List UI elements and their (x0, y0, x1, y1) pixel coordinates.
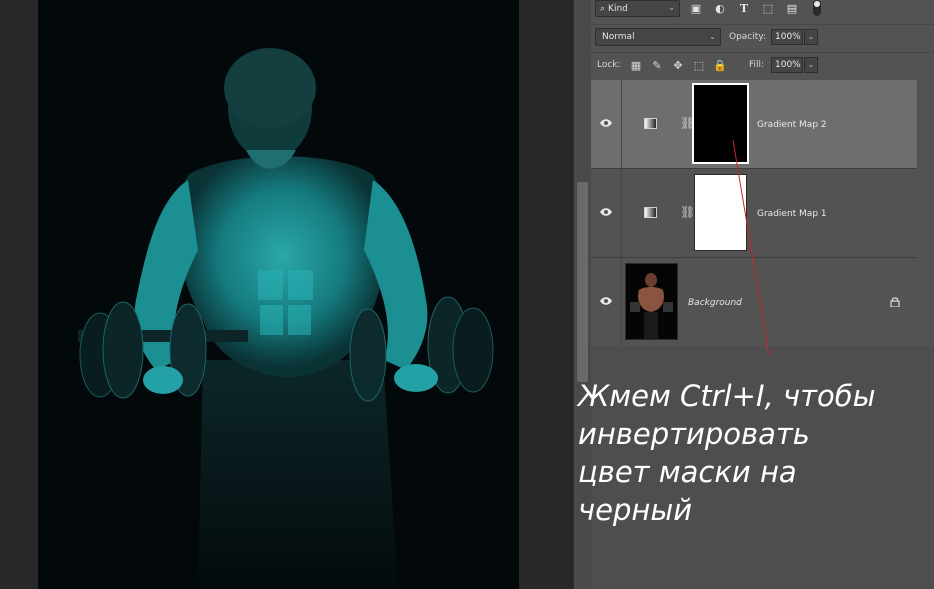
layer-filter-row: ⌕ Kind ⌄ ▣ ◐ T ⬚ ▤ (591, 0, 934, 22)
pixel-layer-filter-icon[interactable]: ▣ (688, 1, 704, 15)
layer-gradient-map-2[interactable]: ⛓ Gradient Map 2 (591, 80, 917, 169)
opacity-label: Opacity: (729, 32, 766, 42)
layer-mask-thumbnail[interactable] (694, 174, 747, 251)
eye-icon[interactable] (599, 296, 613, 306)
type-layer-filter-icon[interactable]: T (736, 1, 752, 15)
filter-toggle[interactable] (813, 0, 821, 16)
smart-object-filter-icon[interactable]: ▤ (784, 1, 800, 15)
adjustment-layer-filter-icon[interactable]: ◐ (712, 1, 728, 15)
layer-name[interactable]: Background (688, 298, 742, 308)
fill-label: Fill: (749, 60, 765, 70)
visibility-column (591, 169, 622, 257)
layer-gradient-map-1[interactable]: ⛓ Gradient Map 1 (591, 169, 917, 258)
gradient-map-adjustment-icon[interactable] (644, 207, 657, 218)
annotation-line-4: черный (578, 493, 693, 527)
gradient-map-adjustment-icon[interactable] (644, 118, 657, 129)
blend-mode-value: Normal (602, 32, 635, 42)
eye-icon[interactable] (599, 118, 613, 128)
blend-mode-select[interactable]: Normal ⌄ (595, 28, 721, 46)
chevron-down-icon: ⌄ (668, 3, 675, 12)
annotation-line-2: инвертировать (578, 417, 810, 451)
scrollbar-thumb[interactable] (577, 182, 588, 382)
lock-all-icon[interactable]: 🔒 (713, 58, 727, 72)
fill-field[interactable]: 100% (771, 57, 803, 73)
annotation-line-1: Жмем Ctrl+I, чтобы (578, 379, 876, 413)
layer-mask-thumbnail[interactable] (692, 83, 749, 164)
lock-position-icon[interactable]: ✥ (671, 58, 685, 72)
filter-kind-label: Kind (608, 3, 628, 14)
layer-list: ⛓ Gradient Map 2 ⛓ Gradient Map 1 Backgr… (591, 80, 917, 347)
link-chain-icon[interactable]: ⛓ (680, 205, 695, 219)
visibility-column (591, 80, 622, 168)
lock-label: Lock: (597, 60, 621, 70)
annotation-text: Жмем Ctrl+I, чтобы инвертировать цвет ма… (578, 377, 928, 529)
lock-transparent-pixels-icon[interactable]: ▦ (629, 58, 643, 72)
document-canvas[interactable] (0, 0, 573, 589)
opacity-dropdown[interactable]: ⌄ (804, 29, 818, 45)
lock-artboard-icon[interactable]: ⬚ (692, 58, 706, 72)
opacity-field[interactable]: 100% (771, 29, 803, 45)
photo-bodybuilder (38, 0, 519, 589)
eye-icon[interactable] (599, 207, 613, 217)
lock-row: Lock: ▦ ✎ ✥ ⬚ 🔒 Fill: 100% ⌄ (591, 52, 934, 79)
layer-name[interactable]: Gradient Map 2 (757, 120, 827, 130)
shape-layer-filter-icon[interactable]: ⬚ (760, 1, 776, 15)
filter-kind-select[interactable]: ⌕ Kind ⌄ (595, 0, 680, 17)
annotation-line-3: цвет маски на (578, 455, 797, 489)
chevron-down-icon: ⌄ (709, 32, 716, 41)
lock-icon[interactable] (890, 296, 900, 307)
search-icon: ⌕ (600, 3, 606, 14)
lock-image-pixels-icon[interactable]: ✎ (650, 58, 664, 72)
fill-dropdown[interactable]: ⌄ (804, 57, 818, 73)
visibility-column (591, 258, 622, 346)
blend-row: Normal ⌄ Opacity: 100% ⌄ (591, 24, 934, 49)
layer-background[interactable]: Background (591, 258, 917, 347)
background-thumbnail[interactable] (625, 263, 678, 340)
layer-name[interactable]: Gradient Map 1 (757, 209, 827, 219)
